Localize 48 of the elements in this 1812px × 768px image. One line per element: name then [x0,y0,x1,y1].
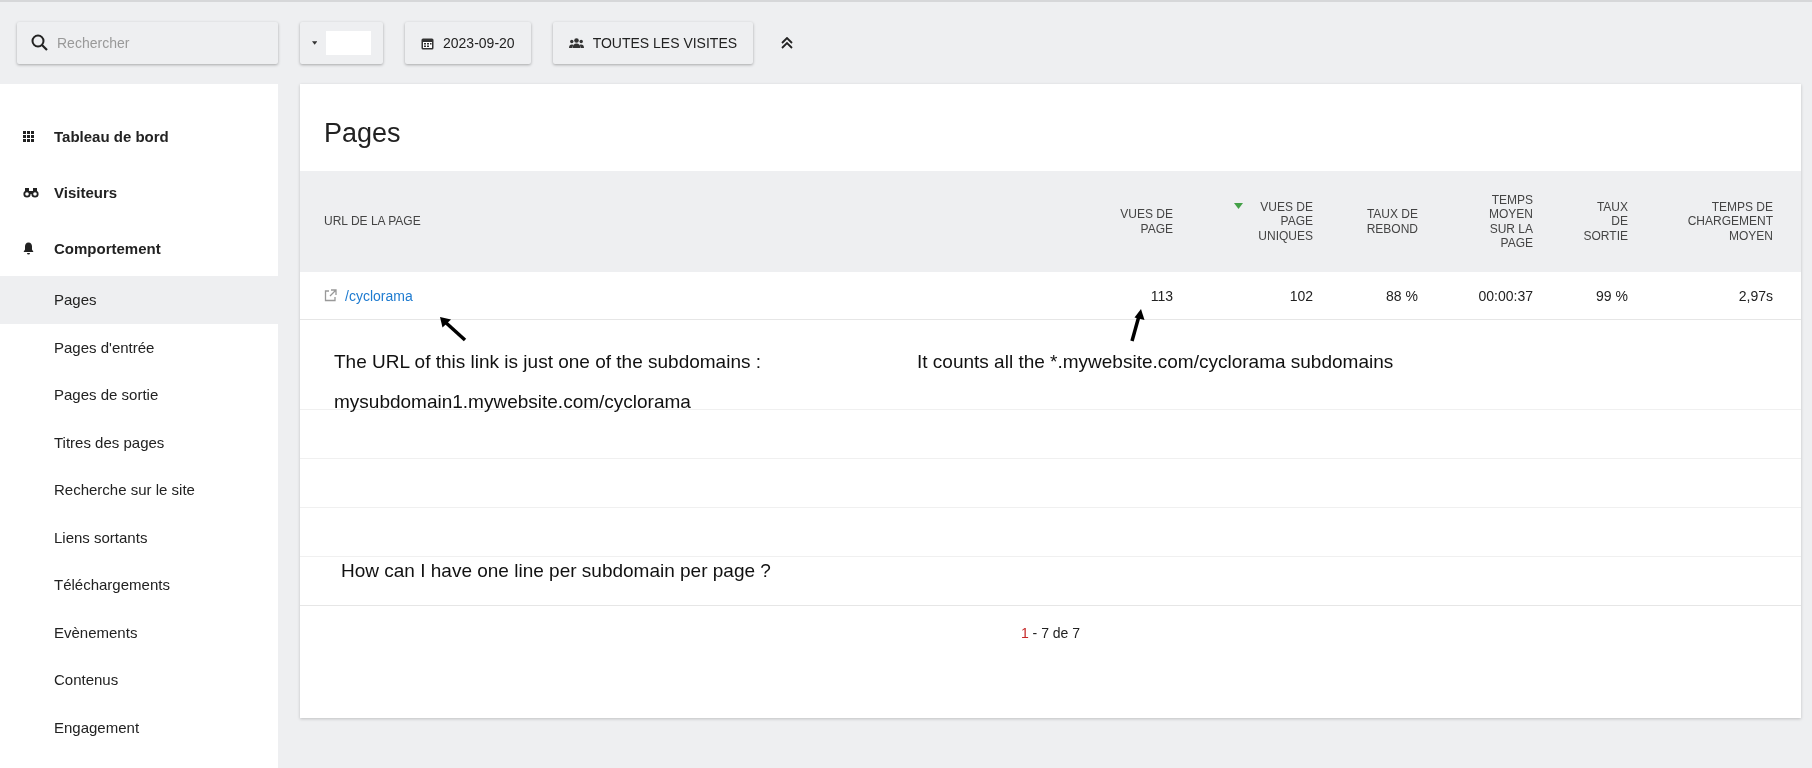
users-icon [568,38,584,48]
sidebar-item[interactable]: Recherche sur le site [0,466,278,514]
sidebar-item[interactable]: Contenus [0,656,278,704]
sidebar-item[interactable]: Liens sortants [0,513,278,561]
sidebar-item[interactable]: Pages [0,276,278,324]
sidebar-item[interactable]: Tableau de bord [0,108,278,164]
annotation-text: It counts all the *.mywebsite.com/cyclorama subdomains [917,351,1394,373]
table-cell-text: 88 % [1385,287,1418,304]
table-cell-text: 99 % [1595,287,1628,304]
sidebar-item[interactable]: Téléchargements [0,561,278,609]
column-header[interactable]: VUES DE PAGE [1043,207,1173,236]
annotation-text: mysubdomain1.mywebsite.com/cyclorama [334,391,691,413]
page-title: Pages [323,117,402,150]
binoculars-icon [23,186,39,198]
table-cell-text: 2,97s [1737,287,1773,304]
external-link-icon[interactable] [324,289,337,302]
segment-button[interactable]: TOUTES LES VISITES [552,22,754,64]
sidebar-item[interactable]: Pages de sortie [0,371,278,419]
column-header[interactable]: URL DE LA PAGE [300,214,1043,229]
caret-icon [312,41,318,45]
date-button[interactable]: 2023-09-20 [405,22,531,64]
table-cell-text: 102 [1288,287,1313,304]
annotation-text: How can I have one line per subdomain per page ? [341,560,771,582]
annotation-text: The URL of this link is just one of the subdomains : [334,351,761,373]
calendar-icon [421,36,434,50]
sort-desc-icon [1234,202,1243,209]
annotation-arrow [439,316,467,342]
sidebar-item[interactable]: Comportement [0,220,278,276]
sidebar-item[interactable]: Visiteurs [0,164,278,220]
grid-icon [23,130,34,142]
column-header[interactable]: TAUX DE SORTIE [1533,199,1628,244]
bell-icon [23,241,34,255]
page-url-link[interactable]: /cyclorama [345,287,413,304]
search-icon [31,34,48,51]
collapse-icon[interactable] [781,37,794,49]
column-header[interactable]: TEMPS MOYEN SUR LA PAGE [1418,192,1533,251]
column-header[interactable]: TEMPS DE CHARGEMENT MOYEN [1628,199,1773,244]
pagination-text: 1 - 7 de 7 [1019,624,1082,641]
annotation-arrow [1129,308,1145,342]
table-cell-text: 00:00:37 [1477,287,1533,304]
sidebar-item[interactable]: Engagement [0,703,278,751]
sidebar-item[interactable]: Pages d'entrée [0,323,278,371]
search-field[interactable]: Rechercher [17,22,278,64]
table-cell-text: 113 [1149,287,1173,304]
column-header[interactable]: TAUX DE REBOND [1313,207,1418,236]
sidebar-item[interactable]: Titres des pages [0,418,278,466]
sidebar-item[interactable]: Evènements [0,608,278,656]
column-header[interactable]: VUES DE PAGE UNIQUES [1173,199,1313,244]
